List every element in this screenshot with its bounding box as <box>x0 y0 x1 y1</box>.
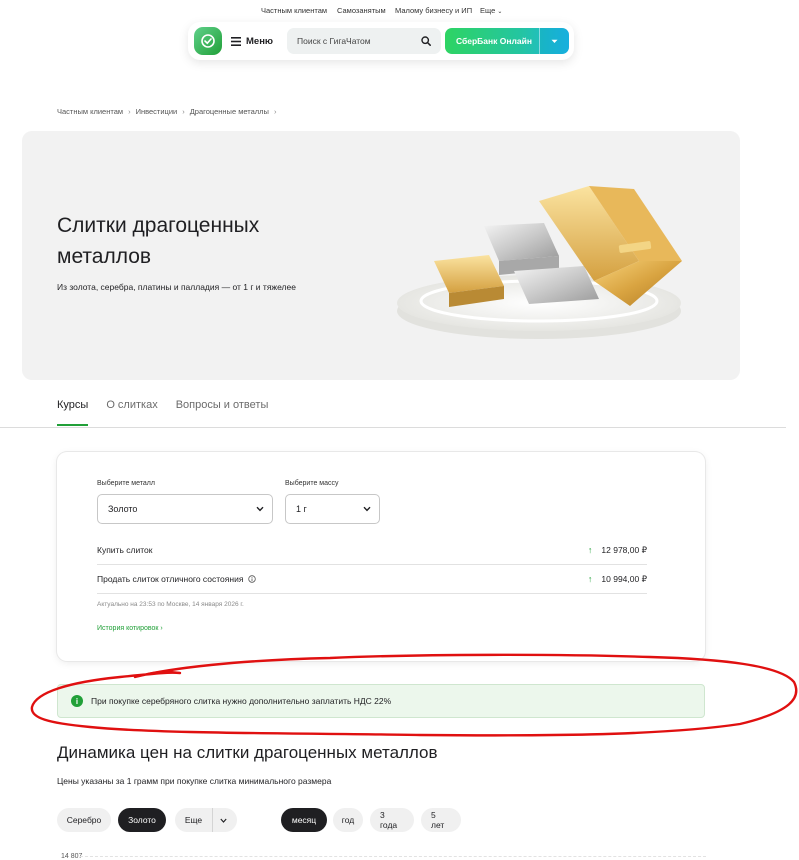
breadcrumb: Частным клиентам › Инвестиции › Драгоцен… <box>57 107 276 116</box>
hero-banner: Слитки драгоценных металлов Из золота, с… <box>22 131 740 380</box>
chevron-right-icon: › <box>273 107 277 116</box>
period-pill-year[interactable]: год <box>333 808 363 832</box>
hero-subtitle: Из золота, серебра, платины и палладия —… <box>57 282 296 292</box>
buy-label: Купить слиток <box>97 545 153 555</box>
search-icon[interactable] <box>421 36 431 46</box>
period-pill-month[interactable]: месяц <box>281 808 327 832</box>
info-icon[interactable] <box>248 575 257 583</box>
period-pill-3years[interactable]: 3 года <box>370 808 414 832</box>
tab-faq[interactable]: Вопросы и ответы <box>176 399 269 411</box>
topnav-selfemployed[interactable]: Самозанятым <box>337 6 386 15</box>
chevron-right-icon: › <box>182 107 185 116</box>
dynamics-title: Динамика цен на слитки драгоценных метал… <box>57 743 438 762</box>
arrow-up-icon: ↑ <box>587 545 593 555</box>
mass-select-label: Выберите массу <box>285 480 339 487</box>
chevron-right-icon: › <box>128 107 131 116</box>
rates-calculator-card: Выберите металл Золото Выберите массу 1 … <box>57 452 705 661</box>
row-divider <box>97 593 647 594</box>
topnav-private[interactable]: Частным клиентам <box>261 6 327 15</box>
logo-check-icon <box>201 34 215 48</box>
breadcrumb-item-private[interactable]: Частным клиентам <box>57 107 123 116</box>
metal-bars-illustration <box>397 186 682 339</box>
metal-select[interactable]: Золото <box>97 494 273 524</box>
buy-price: 12 978,00 ₽ <box>601 544 647 555</box>
chevron-down-icon: ⌄ <box>497 9 503 15</box>
quote-history-link[interactable]: История котировок › <box>97 625 163 632</box>
metal-select-value: Золото <box>108 504 138 514</box>
period-pill-5years[interactable]: 5 лет <box>421 808 461 832</box>
topnav-business[interactable]: Малому бизнесу и ИП <box>395 6 472 15</box>
topnav-more[interactable]: Еще ⌄ <box>480 6 502 15</box>
metal-pill-more-label: Еще <box>184 815 203 825</box>
menu-button[interactable]: Меню <box>231 33 273 49</box>
sberbank-online-dropdown[interactable] <box>539 28 569 54</box>
chevron-down-icon <box>256 506 264 512</box>
breadcrumb-item-metals[interactable]: Драгоценные металлы <box>190 107 269 116</box>
metal-pill-more[interactable]: Еще <box>175 808 237 832</box>
tabs-divider <box>0 427 786 428</box>
chevron-down-icon <box>551 39 558 43</box>
search-placeholder: Поиск с ГигаЧатом <box>297 36 371 46</box>
topnav-more-label: Еще <box>480 6 496 15</box>
tab-list: Курсы О слитках Вопросы и ответы <box>57 399 269 426</box>
sell-label: Продать слиток отличного состояния <box>97 574 244 584</box>
sber-logo[interactable] <box>194 27 222 55</box>
menu-label: Меню <box>246 35 274 47</box>
metal-pill-gold[interactable]: Золото <box>118 808 166 832</box>
metal-pill-silver[interactable]: Серебро <box>57 808 111 832</box>
info-icon: i <box>71 695 83 707</box>
metal-select-label: Выберите металл <box>97 480 155 487</box>
breadcrumb-item-investments[interactable]: Инвестиции <box>136 107 178 116</box>
rates-updated-note: Актуально на 23:53 по Москве, 14 января … <box>97 601 244 608</box>
search-input[interactable]: Поиск с ГигаЧатом <box>287 28 441 54</box>
tab-rates[interactable]: Курсы <box>57 399 89 426</box>
chart-gridline <box>80 856 706 857</box>
mass-select-value: 1 г <box>296 504 307 514</box>
chevron-down-icon <box>363 506 371 512</box>
page-title: Слитки драгоценных металлов <box>57 214 260 268</box>
tab-about-bars[interactable]: О слитках <box>106 399 157 411</box>
vat-alert: i При покупке серебряного слитка нужно д… <box>57 684 705 718</box>
sell-price: 10 994,00 ₽ <box>601 573 647 584</box>
top-navigation: Частным клиентам Самозанятым Малому бизн… <box>0 6 799 18</box>
sberbank-online-button[interactable]: СберБанк Онлайн <box>445 28 569 54</box>
vat-alert-text: При покупке серебряного слитка нужно доп… <box>91 696 392 706</box>
sberbank-online-label: СберБанк Онлайн <box>455 36 532 46</box>
dynamics-subtitle: Цены указаны за 1 грамм при покупке слит… <box>57 776 332 786</box>
buy-price-row: Купить слиток ↑ 12 978,00 ₽ <box>97 536 647 564</box>
arrow-up-icon: ↑ <box>587 574 593 584</box>
mass-select[interactable]: 1 г <box>285 494 380 524</box>
hamburger-icon <box>231 36 241 46</box>
chevron-down-icon <box>212 808 227 832</box>
sell-price-row: Продать слиток отличного состояния ↑ 10 … <box>97 565 647 593</box>
